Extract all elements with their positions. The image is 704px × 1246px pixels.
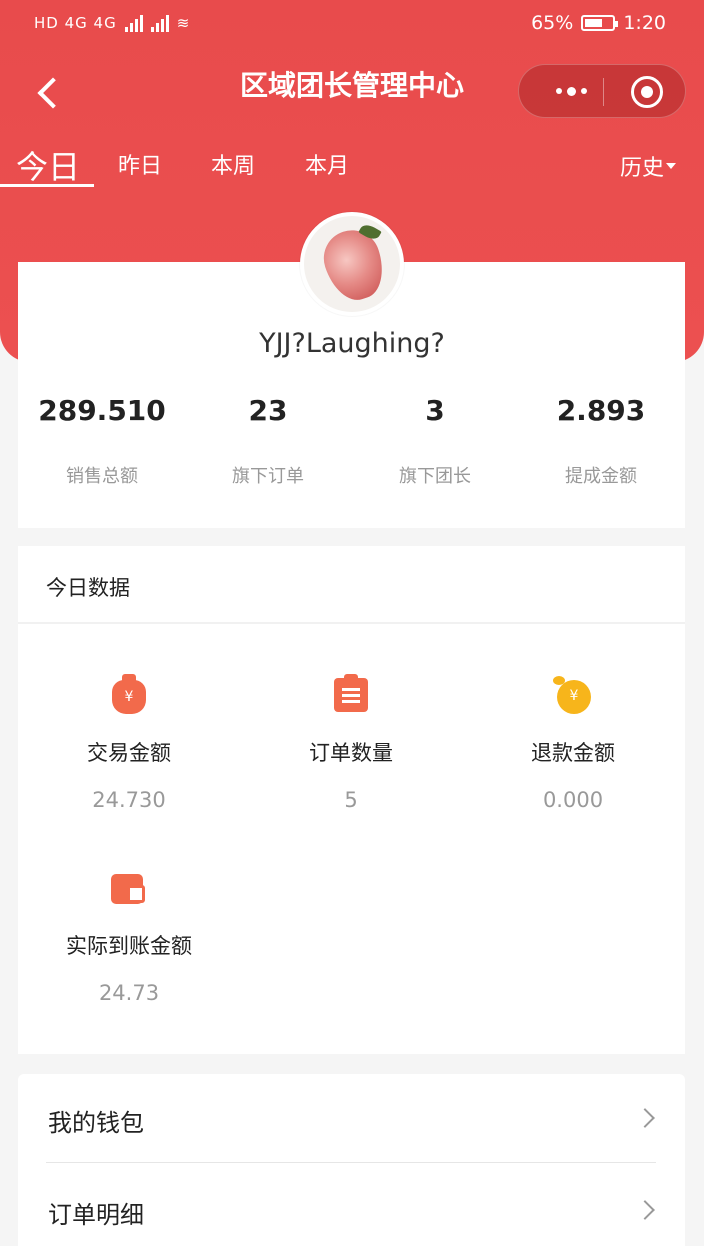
- history-label: 历史: [619, 156, 664, 181]
- wallet-icon: [111, 874, 145, 904]
- stat-orders-value: 23: [248, 394, 288, 427]
- stat-orders-label: 旗下订单: [232, 466, 304, 487]
- tab-today[interactable]: 今日: [16, 142, 80, 188]
- status-left-text: HD 4G 4G: [34, 14, 117, 32]
- clock: 1:20: [623, 12, 666, 34]
- metric-received-amount-value: 24.73: [98, 981, 160, 1005]
- battery-icon: [581, 15, 619, 31]
- status-indicators: HD 4G 4G ≋: [34, 14, 190, 32]
- today-data-title: 今日数据: [46, 576, 130, 600]
- menu-item-my-wallet[interactable]: 我的钱包: [48, 1103, 144, 1138]
- history-dropdown[interactable]: 历史: [620, 150, 676, 182]
- status-right: 65% 1:20: [531, 12, 666, 34]
- menu-divider: [46, 1162, 656, 1163]
- strawberry-image: [316, 223, 392, 307]
- metric-refund-amount-label: 退款金额: [531, 741, 615, 765]
- close-mini-program-button[interactable]: [631, 76, 663, 108]
- stat-sales-total-label: 销售总额: [66, 466, 138, 487]
- tab-yesterday[interactable]: 昨日: [118, 148, 162, 180]
- metric-refund-amount-value: 0.000: [542, 788, 604, 812]
- more-menu-button[interactable]: [543, 65, 599, 117]
- mini-program-capsule: [518, 64, 686, 118]
- metric-trade-amount-label: 交易金额: [87, 741, 171, 765]
- stat-leaders-value: 3: [425, 394, 445, 427]
- tab-this-week[interactable]: 本周: [211, 148, 255, 180]
- metric-order-count-label: 订单数量: [309, 741, 393, 765]
- money-bag-icon: ¥: [112, 674, 146, 714]
- signal-icon-2: [150, 14, 169, 32]
- wifi-icon: ≋: [176, 14, 191, 32]
- battery-percent: 65%: [531, 12, 574, 34]
- metric-received-amount-label: 实际到账金额: [66, 934, 192, 958]
- clipboard-icon: [334, 674, 368, 712]
- signal-icon: [124, 14, 143, 32]
- metric-trade-amount-value: 24.730: [92, 788, 166, 812]
- metric-order-count-value: 5: [344, 788, 358, 812]
- tab-this-month[interactable]: 本月: [305, 148, 349, 180]
- stat-sales-total-value: 289.510: [38, 394, 166, 427]
- avatar: [300, 212, 404, 316]
- active-tab-indicator: [0, 184, 94, 187]
- status-bar: HD 4G 4G ≋ 65% 1:20: [0, 0, 704, 50]
- coin-icon: ¥: [553, 676, 591, 714]
- menu-item-order-details[interactable]: 订单明细: [48, 1195, 144, 1230]
- capsule-divider: [603, 78, 604, 106]
- caret-down-icon: [666, 163, 676, 169]
- stat-commission-value: 2.893: [556, 394, 646, 427]
- stat-leaders-label: 旗下团长: [399, 466, 471, 487]
- divider: [18, 622, 685, 624]
- stat-commission-label: 提成金额: [565, 466, 637, 487]
- user-nickname: YJJ?Laughing?: [259, 328, 445, 359]
